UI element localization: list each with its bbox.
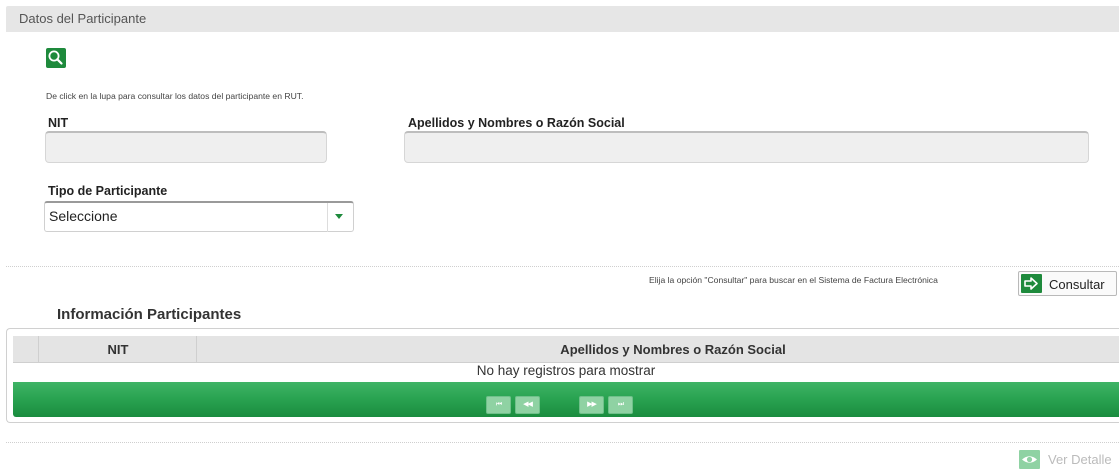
grid-header-name[interactable]: Apellidos y Nombres o Razón Social bbox=[197, 336, 1119, 362]
ver-detalle-button[interactable]: Ver Detalle bbox=[1017, 448, 1119, 470]
nit-label: NIT bbox=[48, 116, 69, 130]
ver-detalle-label: Ver Detalle bbox=[1048, 452, 1112, 467]
search-icon bbox=[48, 50, 63, 65]
grid-header-select bbox=[13, 336, 39, 362]
chevron-down-icon bbox=[335, 214, 343, 219]
grid-header-nit[interactable]: NIT bbox=[39, 336, 197, 362]
pager-last-button[interactable]: ⏭ bbox=[608, 396, 633, 414]
name-input[interactable] bbox=[404, 131, 1089, 163]
eye-icon bbox=[1019, 450, 1040, 469]
tipo-label: Tipo de Participante bbox=[48, 184, 168, 198]
tipo-participante-select[interactable]: Seleccione bbox=[44, 201, 354, 232]
pager-next-button[interactable]: ▶▶ bbox=[579, 396, 604, 414]
consultar-button[interactable]: Consultar bbox=[1018, 271, 1117, 296]
pager-first-button[interactable]: ⏮ bbox=[486, 396, 511, 414]
consultar-label: Consultar bbox=[1049, 277, 1105, 292]
select-value: Seleccione bbox=[49, 208, 118, 224]
column-name: Apellidos y Nombres o Razón Social bbox=[560, 342, 786, 357]
pager-prev-button[interactable]: ◀◀ bbox=[515, 396, 540, 414]
section-header: Datos del Participante bbox=[6, 6, 1119, 32]
column-nit: NIT bbox=[107, 342, 129, 357]
divider bbox=[6, 266, 1119, 267]
arrow-right-icon bbox=[1021, 274, 1042, 293]
name-label: Apellidos y Nombres o Razón Social bbox=[408, 116, 625, 130]
empty-message: No hay registros para mostrar bbox=[476, 363, 656, 378]
consultar-hint: Elija la opción "Consultar" para buscar … bbox=[649, 275, 938, 285]
lookup-hint: De click en la lupa para consultar los d… bbox=[46, 91, 304, 101]
results-title: Información Participantes bbox=[57, 306, 242, 323]
select-divider bbox=[327, 203, 328, 232]
nit-input[interactable] bbox=[45, 131, 327, 163]
grid-header: NIT Apellidos y Nombres o Razón Social bbox=[13, 336, 1119, 363]
pager: ⏮ ◀◀ ▶▶ ⏭ bbox=[13, 382, 1119, 417]
divider bbox=[6, 442, 1119, 443]
section-title: Datos del Participante bbox=[19, 11, 147, 26]
lookup-button[interactable] bbox=[46, 48, 66, 68]
